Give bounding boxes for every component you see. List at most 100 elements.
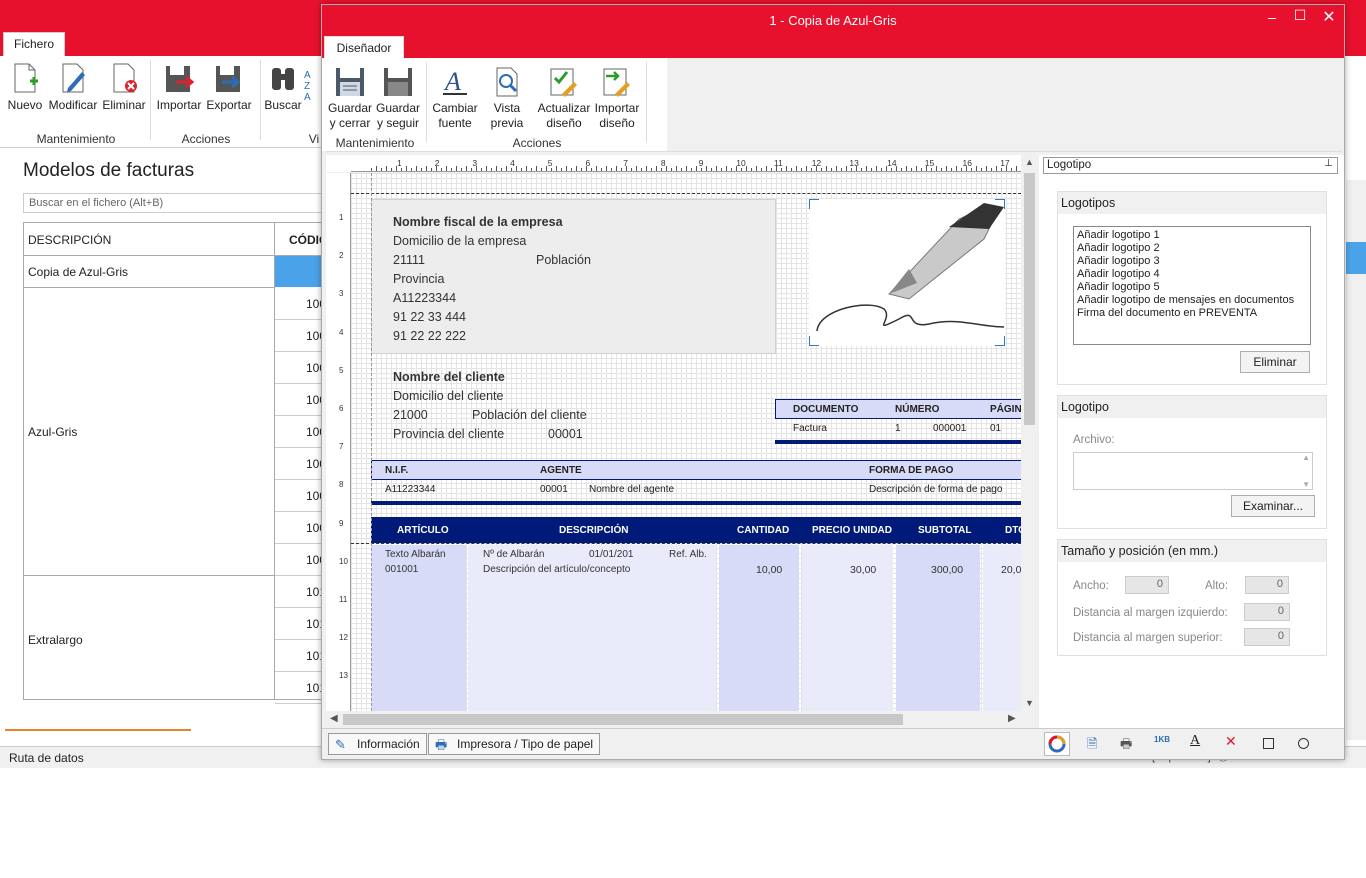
doc-value-numero[interactable]: 000001: [933, 423, 966, 434]
close-icon[interactable]: ✕: [1314, 7, 1344, 27]
company-phone-1[interactable]: 91 22 33 444: [393, 310, 466, 324]
archivo-label: Archivo:: [1073, 434, 1115, 446]
company-phone-2[interactable]: 91 22 22 222: [393, 329, 466, 343]
client-province[interactable]: Provincia del cliente: [393, 427, 504, 441]
examinar-button[interactable]: Examinar...: [1231, 495, 1315, 517]
horizontal-scrollbar[interactable]: ◀ ▶: [326, 711, 1021, 728]
text-icon[interactable]: A: [1190, 733, 1200, 749]
column-header-descripcion[interactable]: DESCRIPCIÓN: [28, 233, 111, 247]
scroll-right-icon[interactable]: ▶: [1008, 713, 1016, 724]
scroll-thumb[interactable]: [1024, 173, 1035, 425]
print-icon[interactable]: 🖶: [1120, 735, 1132, 757]
chevron-down-icon[interactable]: ▼: [1302, 480, 1310, 489]
barcode-icon[interactable]: 1KB: [1154, 735, 1170, 744]
guardar-cerrar-button[interactable]: Guardar y cerrar: [328, 66, 372, 131]
grid-row-extralargo[interactable]: Extralargo: [28, 633, 83, 647]
article-dto[interactable]: 20,0: [1001, 564, 1021, 576]
vertical-scrollbar[interactable]: ▲ ▼: [1021, 155, 1038, 711]
eliminar-button[interactable]: Eliminar: [1240, 351, 1310, 373]
article-description[interactable]: Descripción del artículo/concepto: [483, 564, 630, 575]
grid-row-copia[interactable]: Copia de Azul-Gris: [28, 265, 128, 279]
company-zip[interactable]: 21111: [393, 253, 425, 267]
albaran-date[interactable]: 01/01/201: [589, 549, 634, 560]
doc-value-tipo[interactable]: Factura: [793, 423, 827, 434]
article-code[interactable]: 001001: [385, 564, 418, 575]
modificar-label: Modificar: [48, 98, 98, 112]
logo-list-item[interactable]: Añadir logotipo de mensajes en documento…: [1077, 294, 1307, 307]
palette-icon[interactable]: [1044, 732, 1070, 756]
agente-code[interactable]: 00001: [540, 484, 568, 495]
eliminar-button[interactable]: Eliminar: [102, 62, 146, 112]
logo-list-item[interactable]: Firma del documento en PREVENTA: [1077, 307, 1307, 320]
actualizar-diseno-button[interactable]: Actualizar diseño: [536, 66, 592, 131]
tab-informacion[interactable]: ✎ Información: [328, 733, 427, 755]
logo-list-item[interactable]: Añadir logotipo 5: [1077, 281, 1307, 294]
maximize-icon[interactable]: ☐: [1285, 7, 1315, 24]
grid-row-azul-gris[interactable]: Azul-Gris: [28, 425, 77, 439]
article-qty[interactable]: 10,00: [756, 564, 782, 576]
tab-disenador[interactable]: Diseñador: [324, 36, 404, 59]
margen-izquierdo-input[interactable]: 0: [1244, 603, 1290, 621]
article-subtotal[interactable]: 300,00: [931, 564, 963, 576]
selected-cell[interactable]: [275, 256, 322, 287]
company-name[interactable]: Nombre fiscal de la empresa: [393, 215, 563, 229]
agente-name[interactable]: Nombre del agente: [589, 484, 674, 495]
archivo-field[interactable]: ▲ ▼: [1073, 452, 1313, 490]
column-precio[interactable]: [802, 545, 893, 711]
margen-superior-input[interactable]: 0: [1244, 628, 1290, 646]
scroll-down-icon[interactable]: ▼: [1025, 698, 1034, 708]
scroll-left-icon[interactable]: ◀: [330, 713, 338, 724]
importar-button[interactable]: Importar: [156, 62, 202, 112]
client-name[interactable]: Nombre del cliente: [393, 370, 505, 384]
divider: [426, 62, 427, 142]
minimize-icon[interactable]: –: [1257, 9, 1287, 25]
client-address[interactable]: Domicilio del cliente: [393, 389, 503, 403]
tab-fichero[interactable]: Fichero: [3, 32, 65, 56]
design-canvas[interactable]: Nombre fiscal de la empresa Domicilio de…: [351, 173, 1021, 711]
logo-image[interactable]: [808, 198, 1006, 347]
company-address[interactable]: Domicilio de la empresa: [393, 234, 526, 248]
texto-albaran[interactable]: Texto Albarán: [385, 549, 446, 560]
doc-value-pagina[interactable]: 01: [990, 423, 1001, 434]
exportar-button[interactable]: Exportar: [206, 62, 252, 112]
hscroll-thumb[interactable]: [343, 714, 903, 725]
ancho-input[interactable]: 0: [1125, 576, 1169, 594]
logo-list-item[interactable]: Añadir logotipo 4: [1077, 268, 1307, 281]
buscar-button[interactable]: Buscar: [264, 62, 302, 112]
pin-icon[interactable]: ⊥: [1324, 158, 1333, 169]
nuevo-button[interactable]: Nuevo: [6, 62, 44, 112]
forma-pago-value[interactable]: Descripción de forma de pago: [869, 484, 1002, 495]
article-price[interactable]: 30,00: [850, 564, 876, 576]
panel-combo[interactable]: Logotipo ⊥: [1043, 157, 1338, 174]
logos-listbox[interactable]: Añadir logotipo 1 Añadir logotipo 2 Añadir…: [1073, 226, 1311, 345]
modificar-button[interactable]: Modificar: [46, 62, 100, 112]
guardar-seguir-button[interactable]: Guardar y seguir: [376, 66, 420, 131]
logo-list-item[interactable]: Añadir logotipo 2: [1077, 242, 1307, 255]
vista-previa-button[interactable]: Vista previa: [484, 66, 530, 131]
line-icon[interactable]: ✕: [1225, 733, 1237, 750]
cambiar-fuente-button[interactable]: A Cambiar fuente: [432, 66, 478, 131]
ref-albaran[interactable]: Ref. Alb.: [669, 549, 707, 560]
client-zip[interactable]: 21000: [393, 408, 428, 422]
tab-impresora[interactable]: 🖶 Impresora / Tipo de papel: [428, 733, 601, 755]
search-input[interactable]: Buscar en el fichero (Alt+B): [23, 193, 322, 213]
logo-list-item[interactable]: Añadir logotipo 3: [1077, 255, 1307, 268]
client-city[interactable]: Población del cliente: [472, 408, 587, 422]
rectangle-icon[interactable]: [1263, 738, 1274, 749]
chevron-up-icon[interactable]: ▲: [1302, 453, 1310, 462]
doc-value-serie[interactable]: 1: [895, 423, 901, 434]
nif-value[interactable]: A11223344: [385, 484, 435, 495]
document-icon[interactable]: 🗎: [1087, 735, 1097, 757]
new-document-icon: [10, 62, 40, 94]
scroll-up-icon[interactable]: ▲: [1025, 157, 1034, 167]
albaran-number[interactable]: Nº de Albarán: [483, 549, 544, 560]
ellipse-icon[interactable]: [1298, 738, 1309, 749]
company-province[interactable]: Provincia: [393, 272, 444, 286]
client-code[interactable]: 00001: [548, 427, 583, 441]
importar-diseno-button[interactable]: Importar diseño: [594, 66, 640, 131]
company-city[interactable]: Población: [536, 253, 591, 267]
logo-list-item[interactable]: Añadir logotipo 1: [1077, 229, 1307, 242]
sort-icon[interactable]: AZA: [304, 70, 311, 103]
alto-input[interactable]: 0: [1245, 576, 1289, 594]
company-nif[interactable]: A11223344: [393, 291, 456, 305]
